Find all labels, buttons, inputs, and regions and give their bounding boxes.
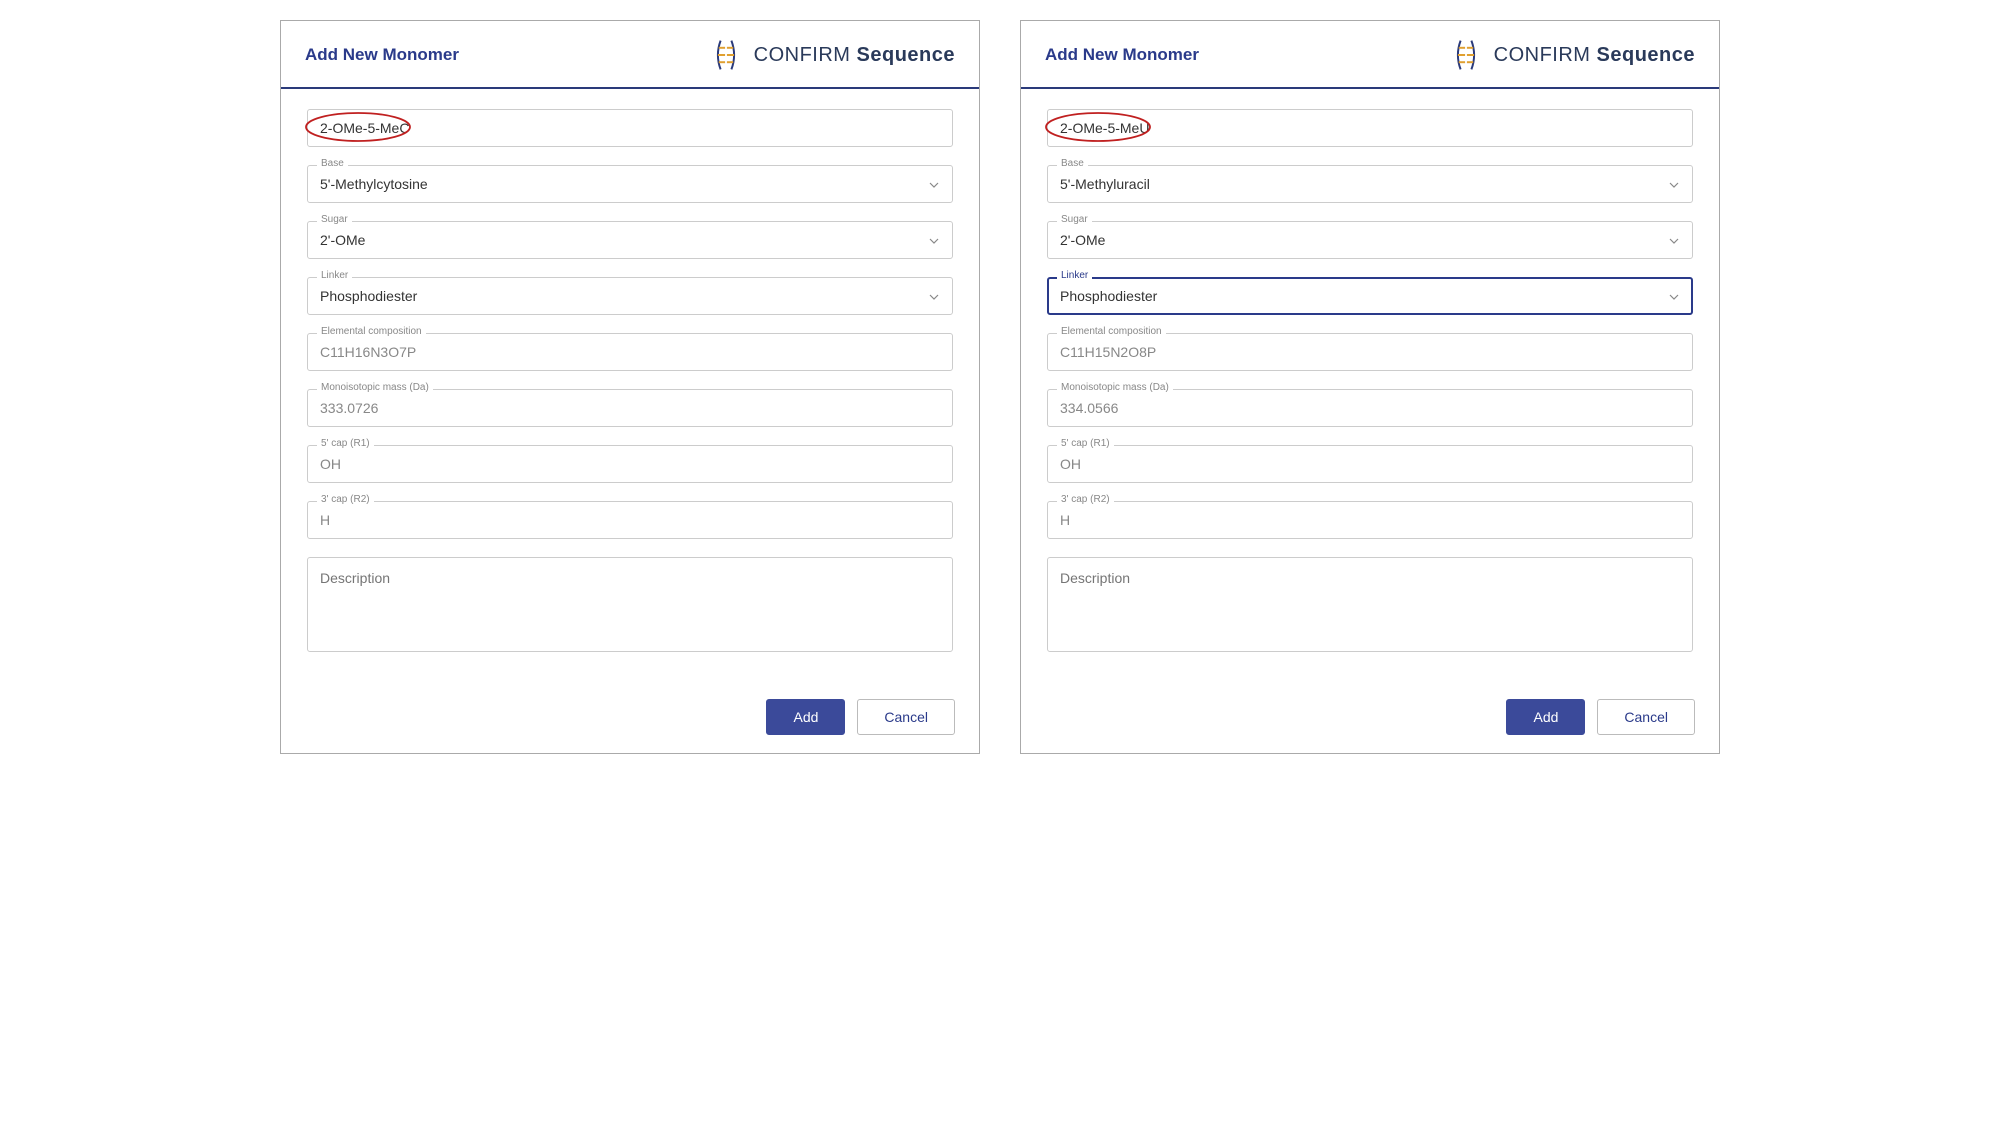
- cap-5-label: 5' cap (R1): [317, 438, 374, 449]
- elemental-composition-input: [1047, 333, 1693, 371]
- id-field: [307, 109, 953, 147]
- monomer-panel-1: Add New Monomer CONFIRM Sequence Base Su…: [1020, 20, 1720, 754]
- elemental-composition-field: Elemental composition: [1047, 333, 1693, 371]
- description-input[interactable]: [1047, 557, 1693, 652]
- base-input[interactable]: [307, 165, 953, 203]
- id-field: [1047, 109, 1693, 147]
- monoisotopic-mass-label: Monoisotopic mass (Da): [317, 382, 433, 393]
- sugar-label: Sugar: [317, 214, 352, 225]
- logo: CONFIRM Sequence: [708, 37, 955, 73]
- base-input[interactable]: [1047, 165, 1693, 203]
- elemental-composition-label: Elemental composition: [317, 326, 426, 337]
- monomer-panel-0: Add New Monomer CONFIRM Sequence Base Su…: [280, 20, 980, 754]
- cap-3-label: 3' cap (R2): [317, 494, 374, 505]
- description-input[interactable]: [307, 557, 953, 652]
- confirm-sequence-logo-icon: [1448, 37, 1484, 73]
- id-input[interactable]: [307, 109, 953, 147]
- sugar-label: Sugar: [1057, 214, 1092, 225]
- cap-3-field: 3' cap (R2): [307, 501, 953, 539]
- linker-input[interactable]: [1047, 277, 1693, 315]
- panel-header: Add New Monomer CONFIRM Sequence: [281, 21, 979, 89]
- elemental-composition-field: Elemental composition: [307, 333, 953, 371]
- base-label: Base: [317, 158, 348, 169]
- panel-footer: Add Cancel: [281, 685, 979, 753]
- monoisotopic-mass-input: [1047, 389, 1693, 427]
- logo-text: CONFIRM Sequence: [1494, 44, 1695, 67]
- panel-footer: Add Cancel: [1021, 685, 1719, 753]
- monoisotopic-mass-input: [307, 389, 953, 427]
- base-field: Base: [307, 165, 953, 203]
- sugar-field: Sugar: [1047, 221, 1693, 259]
- sugar-input[interactable]: [307, 221, 953, 259]
- logo: CONFIRM Sequence: [1448, 37, 1695, 73]
- linker-input[interactable]: [307, 277, 953, 315]
- add-button[interactable]: Add: [1506, 699, 1585, 735]
- cap-3-input: [307, 501, 953, 539]
- logo-text: CONFIRM Sequence: [754, 44, 955, 67]
- cap-3-input: [1047, 501, 1693, 539]
- description-field: [1047, 557, 1693, 657]
- cap-5-input: [1047, 445, 1693, 483]
- linker-field: Linker: [307, 277, 953, 315]
- add-button[interactable]: Add: [766, 699, 845, 735]
- panel-header: Add New Monomer CONFIRM Sequence: [1021, 21, 1719, 89]
- linker-field: Linker: [1047, 277, 1693, 315]
- linker-label: Linker: [317, 270, 352, 281]
- panel-body: Base Sugar Linker Elemental composition …: [1021, 89, 1719, 685]
- panel-title: Add New Monomer: [305, 45, 459, 65]
- monoisotopic-mass-label: Monoisotopic mass (Da): [1057, 382, 1173, 393]
- cap-5-input: [307, 445, 953, 483]
- cap-3-field: 3' cap (R2): [1047, 501, 1693, 539]
- linker-label: Linker: [1057, 270, 1092, 281]
- elemental-composition-label: Elemental composition: [1057, 326, 1166, 337]
- base-label: Base: [1057, 158, 1088, 169]
- elemental-composition-input: [307, 333, 953, 371]
- base-field: Base: [1047, 165, 1693, 203]
- cancel-button[interactable]: Cancel: [1597, 699, 1695, 735]
- id-input[interactable]: [1047, 109, 1693, 147]
- monoisotopic-mass-field: Monoisotopic mass (Da): [307, 389, 953, 427]
- panel-title: Add New Monomer: [1045, 45, 1199, 65]
- confirm-sequence-logo-icon: [708, 37, 744, 73]
- cap-5-field: 5' cap (R1): [307, 445, 953, 483]
- panel-body: Base Sugar Linker Elemental composition …: [281, 89, 979, 685]
- description-field: [307, 557, 953, 657]
- cap-5-label: 5' cap (R1): [1057, 438, 1114, 449]
- monoisotopic-mass-field: Monoisotopic mass (Da): [1047, 389, 1693, 427]
- cancel-button[interactable]: Cancel: [857, 699, 955, 735]
- cap-5-field: 5' cap (R1): [1047, 445, 1693, 483]
- cap-3-label: 3' cap (R2): [1057, 494, 1114, 505]
- sugar-field: Sugar: [307, 221, 953, 259]
- sugar-input[interactable]: [1047, 221, 1693, 259]
